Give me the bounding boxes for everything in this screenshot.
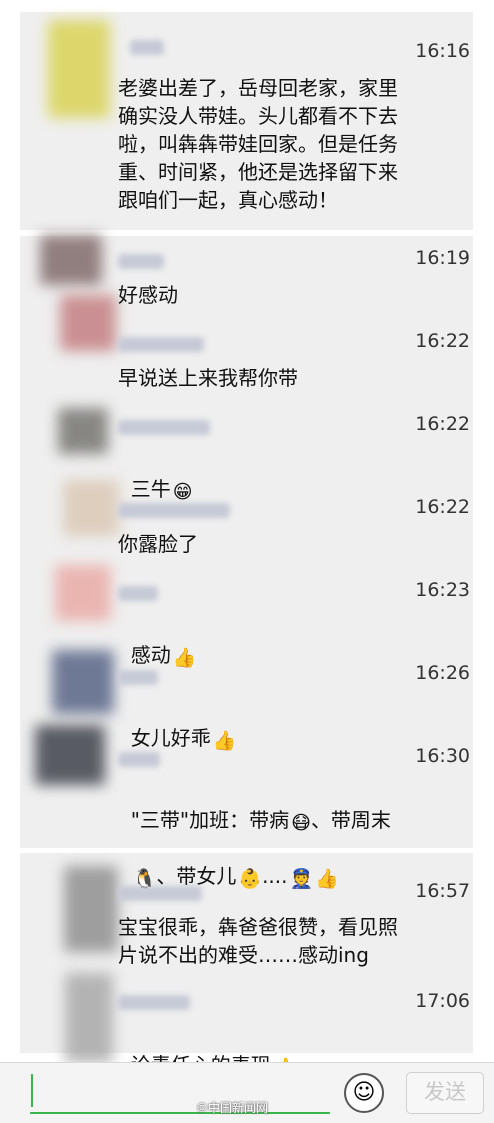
sender-name	[118, 503, 230, 518]
sender-name	[118, 337, 204, 352]
baby-emoji-icon: 👶	[238, 868, 263, 890]
message-input[interactable]	[30, 1112, 330, 1114]
sender-name	[118, 670, 158, 685]
sender-name	[118, 254, 164, 269]
avatar[interactable]	[60, 295, 116, 351]
message-text: 老婆出差了，岳母回老家，家里 确实没人带娃。头儿都看不下去 啦，叫犇犇带娃回家。…	[118, 76, 398, 212]
timestamp: 16:22	[415, 330, 470, 352]
timestamp: 16:16	[415, 40, 470, 62]
avatar[interactable]	[40, 235, 102, 285]
avatar[interactable]	[65, 973, 113, 1063]
grinning-emoji-icon: 😁	[172, 481, 193, 503]
timestamp: 16:19	[415, 247, 470, 269]
timestamp: 16:22	[415, 413, 470, 435]
avatar[interactable]	[48, 20, 110, 118]
message-text-part: "三带"加班：带病	[130, 808, 290, 832]
sender-name	[118, 995, 190, 1010]
avatar[interactable]	[63, 480, 119, 536]
avatar[interactable]	[52, 650, 114, 714]
thumbs-up-emoji-icon: 👍	[172, 647, 197, 669]
thumbs-up-emoji-icon: 👍	[315, 868, 339, 890]
timestamp: 16:23	[415, 579, 470, 601]
send-button[interactable]: 发送	[406, 1072, 484, 1114]
avatar[interactable]	[35, 725, 105, 785]
message-text-part: 三牛	[130, 477, 171, 501]
avatar[interactable]	[55, 565, 111, 621]
avatar[interactable]	[64, 866, 118, 952]
message-text-part: 、带女儿	[156, 864, 237, 888]
message-text-part: ....	[262, 864, 288, 888]
thumbs-up-emoji-icon: 👍	[212, 730, 237, 752]
message-text: 好感动	[118, 283, 178, 307]
input-cursor[interactable]	[31, 1074, 33, 1107]
message-text: 女儿好乖 👍	[118, 696, 454, 752]
message-text: 你露脸了	[118, 532, 198, 556]
sender-name	[118, 752, 160, 767]
timestamp: 17:06	[415, 990, 470, 1012]
avatar[interactable]	[58, 408, 108, 454]
sender-name	[130, 40, 164, 55]
message-text-part: 感动	[130, 643, 171, 667]
message-text-part: 女儿好乖	[130, 726, 211, 750]
message-text: 三牛 😁	[118, 447, 454, 503]
watermark-text: ©中国新闻网	[196, 1101, 269, 1115]
message-text: 早说送上来我帮你带	[118, 366, 298, 390]
message-text: "三带"加班：带病 😷、带周末 🐧、带女儿 👶.... 👮 👍	[118, 778, 454, 890]
police-emoji-icon: 👮	[289, 868, 314, 890]
sender-name	[118, 420, 210, 435]
message-text-part: 、带周末	[310, 808, 391, 832]
sender-name	[118, 586, 158, 601]
mask-emoji-icon: 😷	[291, 812, 311, 834]
penguin-emoji-icon: 🐧	[132, 868, 157, 890]
message-text: 感动 👍	[118, 613, 454, 669]
smiley-icon[interactable]: ☺	[344, 1073, 384, 1113]
message-text: 宝宝很乖，犇爸爸很赞，看见照 片说不出的难受……感动ing	[118, 915, 398, 967]
